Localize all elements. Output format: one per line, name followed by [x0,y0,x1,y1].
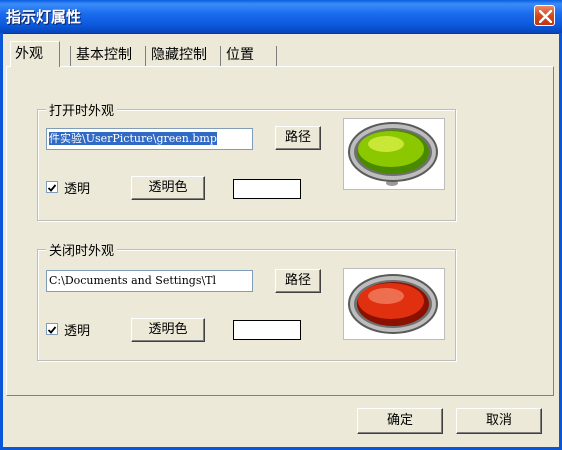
tab-appearance[interactable]: 外观 [10,41,60,67]
cancel-button[interactable]: 取消 [456,408,542,434]
on-appearance-group: 打开时外观 件实验\UserPicture\green.bmp 路径 透明 透明… [37,100,456,221]
off-transparent-color-swatch[interactable] [233,320,301,340]
tab-separator [276,46,277,66]
on-transparent-checkbox[interactable] [46,181,58,193]
close-button[interactable] [534,5,555,26]
tab-hidden-control[interactable]: 隐藏控制 [147,44,211,66]
ok-button[interactable]: 确定 [357,408,443,434]
off-lamp-preview [343,268,445,340]
tab-separator [70,46,71,66]
off-appearance-label: 关闭时外观 [46,240,118,259]
tab-basic-control[interactable]: 基本控制 [72,44,136,66]
on-path-button[interactable]: 路径 [275,126,321,150]
off-transparent-label[interactable]: 透明 [64,320,90,339]
window-title: 指示灯属性 [6,8,82,26]
green-lamp-icon [348,122,438,186]
title-bar[interactable]: 指示灯属性 [0,0,562,34]
checkmark-icon [47,326,57,334]
off-path-input[interactable]: C:\Documents and Settings\Tl [46,270,253,292]
on-path-input[interactable]: 件实验\UserPicture\green.bmp [46,128,253,150]
tab-position[interactable]: 位置 [222,44,258,66]
red-lamp-icon [348,274,438,334]
off-path-button[interactable]: 路径 [275,269,321,293]
off-transparent-checkbox[interactable] [46,323,58,335]
on-transparent-label[interactable]: 透明 [64,178,90,197]
off-transparent-color-button[interactable]: 透明色 [131,318,205,342]
close-icon [539,10,552,23]
checkmark-icon [47,184,57,192]
tab-separator [220,46,221,66]
on-path-value: 件实验\UserPicture\green.bmp [49,132,217,145]
on-transparent-color-button[interactable]: 透明色 [131,176,205,200]
on-transparent-color-swatch[interactable] [233,179,301,199]
on-appearance-label: 打开时外观 [46,100,118,119]
on-lamp-preview [343,118,445,190]
off-appearance-group: 关闭时外观 C:\Documents and Settings\Tl 路径 透明… [37,240,456,361]
tab-separator [145,46,146,66]
